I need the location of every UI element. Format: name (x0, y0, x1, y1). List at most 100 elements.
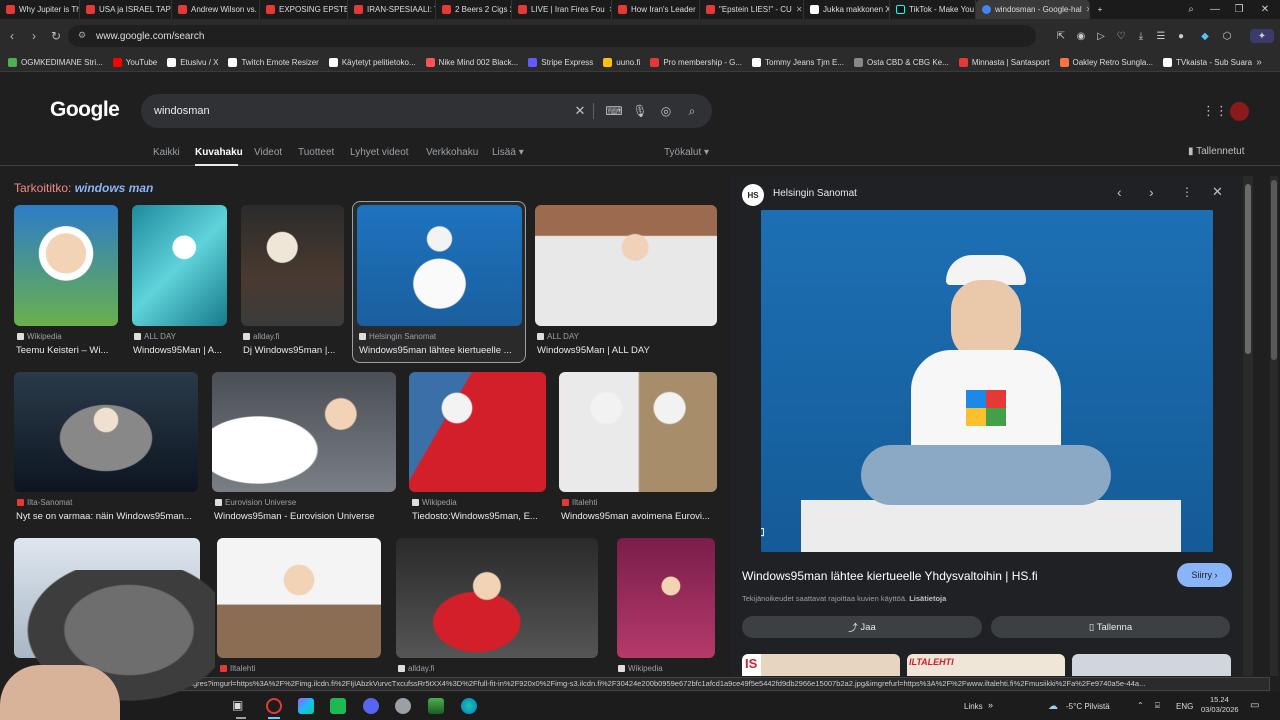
close-window-icon[interactable]: ✕ (1254, 0, 1276, 19)
result-caption[interactable]: Windows95man avoimena Eurovi... (561, 511, 717, 522)
result-caption[interactable]: Windows95Man | ALL DAY (537, 345, 715, 356)
panel-title[interactable]: Windows95man lähtee kiertueelle Yhdysval… (742, 569, 1038, 583)
result-caption[interactable]: Teemu Keisteri – Wi... (16, 345, 116, 356)
learn-more-link[interactable]: Lisätietoja (909, 594, 946, 603)
result-image[interactable] (14, 205, 118, 326)
play-icon[interactable]: ▷ (1094, 29, 1108, 43)
browser-tab-active[interactable]: windosman - Google-hal✕ (976, 0, 1090, 19)
result-image[interactable] (14, 372, 198, 492)
weather-text[interactable]: -5°C Pilvistä (1066, 702, 1110, 711)
next-icon[interactable]: › (1149, 184, 1154, 200)
bookmark[interactable]: YouTube (112, 57, 157, 67)
figma-icon[interactable] (298, 698, 314, 714)
search-input[interactable] (154, 94, 554, 128)
tab-short-videos[interactable]: Lyhyet videot (350, 147, 409, 158)
reload-icon[interactable]: ↻ (45, 25, 67, 47)
minimize-icon[interactable]: — (1204, 0, 1226, 19)
tab-more[interactable]: Lisää ▾ (492, 147, 524, 158)
tab-web[interactable]: Verkkohaku (426, 147, 478, 158)
tab-videos[interactable]: Videot (254, 147, 282, 158)
heart-icon[interactable]: ♡ (1114, 29, 1128, 43)
result-image[interactable] (535, 205, 717, 326)
visit-button[interactable]: Siirry › (1177, 563, 1232, 587)
browser-tab[interactable]: Why Jupiter is The✕ (0, 0, 80, 19)
language-indicator[interactable]: ENG (1176, 702, 1193, 711)
browser-tab[interactable]: IRAN-SPESIAALI: Tr✕ (348, 0, 436, 19)
result-caption[interactable]: Tiedosto:Windows95man, E... (412, 511, 546, 522)
suggestion-link[interactable]: windows man (75, 181, 154, 195)
previous-icon[interactable]: ‹ (1117, 184, 1122, 200)
browser-tab[interactable]: USA ja ISRAEL TAPP✕ (80, 0, 172, 19)
browser-tab[interactable]: 2 Beers 2 Cigs 2 Ru✕ (436, 0, 512, 19)
more-options-icon[interactable]: ⋮ (1181, 185, 1193, 199)
result-image[interactable] (617, 538, 715, 658)
spotify-icon[interactable] (330, 698, 346, 714)
result-image[interactable] (132, 205, 227, 326)
google-logo[interactable]: Google (50, 98, 120, 122)
bookmark[interactable]: Käytetyt pelitietoko... (328, 57, 416, 67)
site-info-icon[interactable]: ⚙ (78, 30, 86, 41)
download-icon[interactable]: ⤓ (1134, 29, 1148, 43)
opera-icon[interactable] (266, 698, 282, 714)
tray-expand-icon[interactable]: ⌃ (1137, 701, 1144, 710)
search-icon[interactable]: ⌕ (683, 102, 701, 120)
result-image[interactable] (559, 372, 717, 492)
media-player-icon[interactable] (428, 698, 444, 714)
tab-products[interactable]: Tuotteet (298, 147, 334, 158)
result-caption[interactable]: Nyt se on varmaa: näin Windows95man... (16, 511, 198, 522)
links-toolbar[interactable]: Links (964, 702, 983, 711)
bookmark[interactable]: Pro membership - G... (650, 57, 742, 67)
bookmark[interactable]: Minnasta | Santasport (958, 57, 1050, 67)
keyboard-icon[interactable]: ⌨ (605, 102, 623, 120)
forward-icon[interactable]: › (23, 25, 45, 47)
result-image[interactable] (217, 538, 381, 658)
menu-list-icon[interactable]: ☰ (1154, 29, 1168, 43)
tools-button[interactable]: Työkalut ▾ (664, 147, 709, 158)
related-image[interactable]: IS (742, 654, 900, 676)
save-button[interactable]: ▯ Tallenna (991, 616, 1230, 638)
clock-time[interactable]: 15.24 (1210, 695, 1229, 704)
back-icon[interactable]: ‹ (1, 25, 23, 47)
bookmark[interactable]: Tommy Jeans Tjm E... (752, 57, 844, 67)
result-caption[interactable]: Windows95man - Eurovision Universe (214, 511, 396, 522)
panel-source[interactable]: Helsingin Sanomat (773, 188, 857, 199)
bookmark[interactable]: uuno.fi (603, 57, 640, 67)
result-image[interactable] (241, 205, 344, 326)
bookmark[interactable]: Oakley Retro Sungla... (1059, 57, 1153, 67)
share-button[interactable]: ⤴ Jaa (742, 616, 982, 638)
camera-icon[interactable]: ◉ (1074, 29, 1088, 43)
result-image[interactable] (357, 205, 522, 326)
browser-tab[interactable]: TikTok - Make You✕ (890, 0, 976, 19)
discord-icon[interactable] (363, 698, 379, 714)
url-bar[interactable]: ⚙ www.google.com/search (68, 25, 1036, 47)
close-tab-icon[interactable]: ✕ (796, 5, 803, 14)
bookmark[interactable]: Twitch Emote Resizer (228, 57, 319, 67)
result-caption[interactable]: Windows95Man | A... (133, 345, 227, 356)
avatar[interactable] (1230, 102, 1249, 121)
related-image[interactable] (1072, 654, 1231, 676)
extensions-icon[interactable]: ⬡ (1220, 29, 1234, 43)
search-box[interactable]: ✕ ⌨ 🎙 ◎ ⌕ (141, 94, 712, 128)
scrollbar-thumb[interactable] (1271, 180, 1277, 360)
restore-icon[interactable]: ❐ (1228, 0, 1250, 19)
new-tab-button[interactable]: + (1090, 0, 1110, 19)
apps-grid-icon[interactable]: ⋮⋮⋮ (1202, 103, 1241, 119)
close-icon[interactable]: ✕ (1212, 184, 1223, 200)
panel-scrollbar[interactable] (1243, 176, 1253, 676)
ai-icon[interactable]: ✦ (1250, 29, 1274, 43)
result-image[interactable] (396, 538, 598, 658)
browser-tab[interactable]: EXPOSING EPSTEIN✕ (260, 0, 348, 19)
lens-icon[interactable]: ◎ (657, 102, 675, 120)
bookmarks-overflow-icon[interactable]: » (1252, 55, 1266, 69)
lens-search-icon[interactable]: ⊡ (761, 525, 765, 539)
share-icon[interactable]: ⇱ (1054, 29, 1068, 43)
extension-icon[interactable]: ◆ (1198, 29, 1212, 43)
profile-icon[interactable]: ● (1174, 29, 1188, 43)
scrollbar-thumb[interactable] (1245, 184, 1251, 354)
result-caption[interactable]: Windows95man lähtee kiertueelle ... (359, 345, 519, 356)
clear-icon[interactable]: ✕ (571, 102, 589, 120)
browser-tab[interactable]: Jukka makkonen X (804, 0, 890, 19)
browser-tab[interactable]: Andrew Wilson vs.✕ (172, 0, 260, 19)
network-icon[interactable]: ⌸ (1155, 701, 1160, 711)
related-image[interactable]: ILTALEHTI (907, 654, 1065, 676)
